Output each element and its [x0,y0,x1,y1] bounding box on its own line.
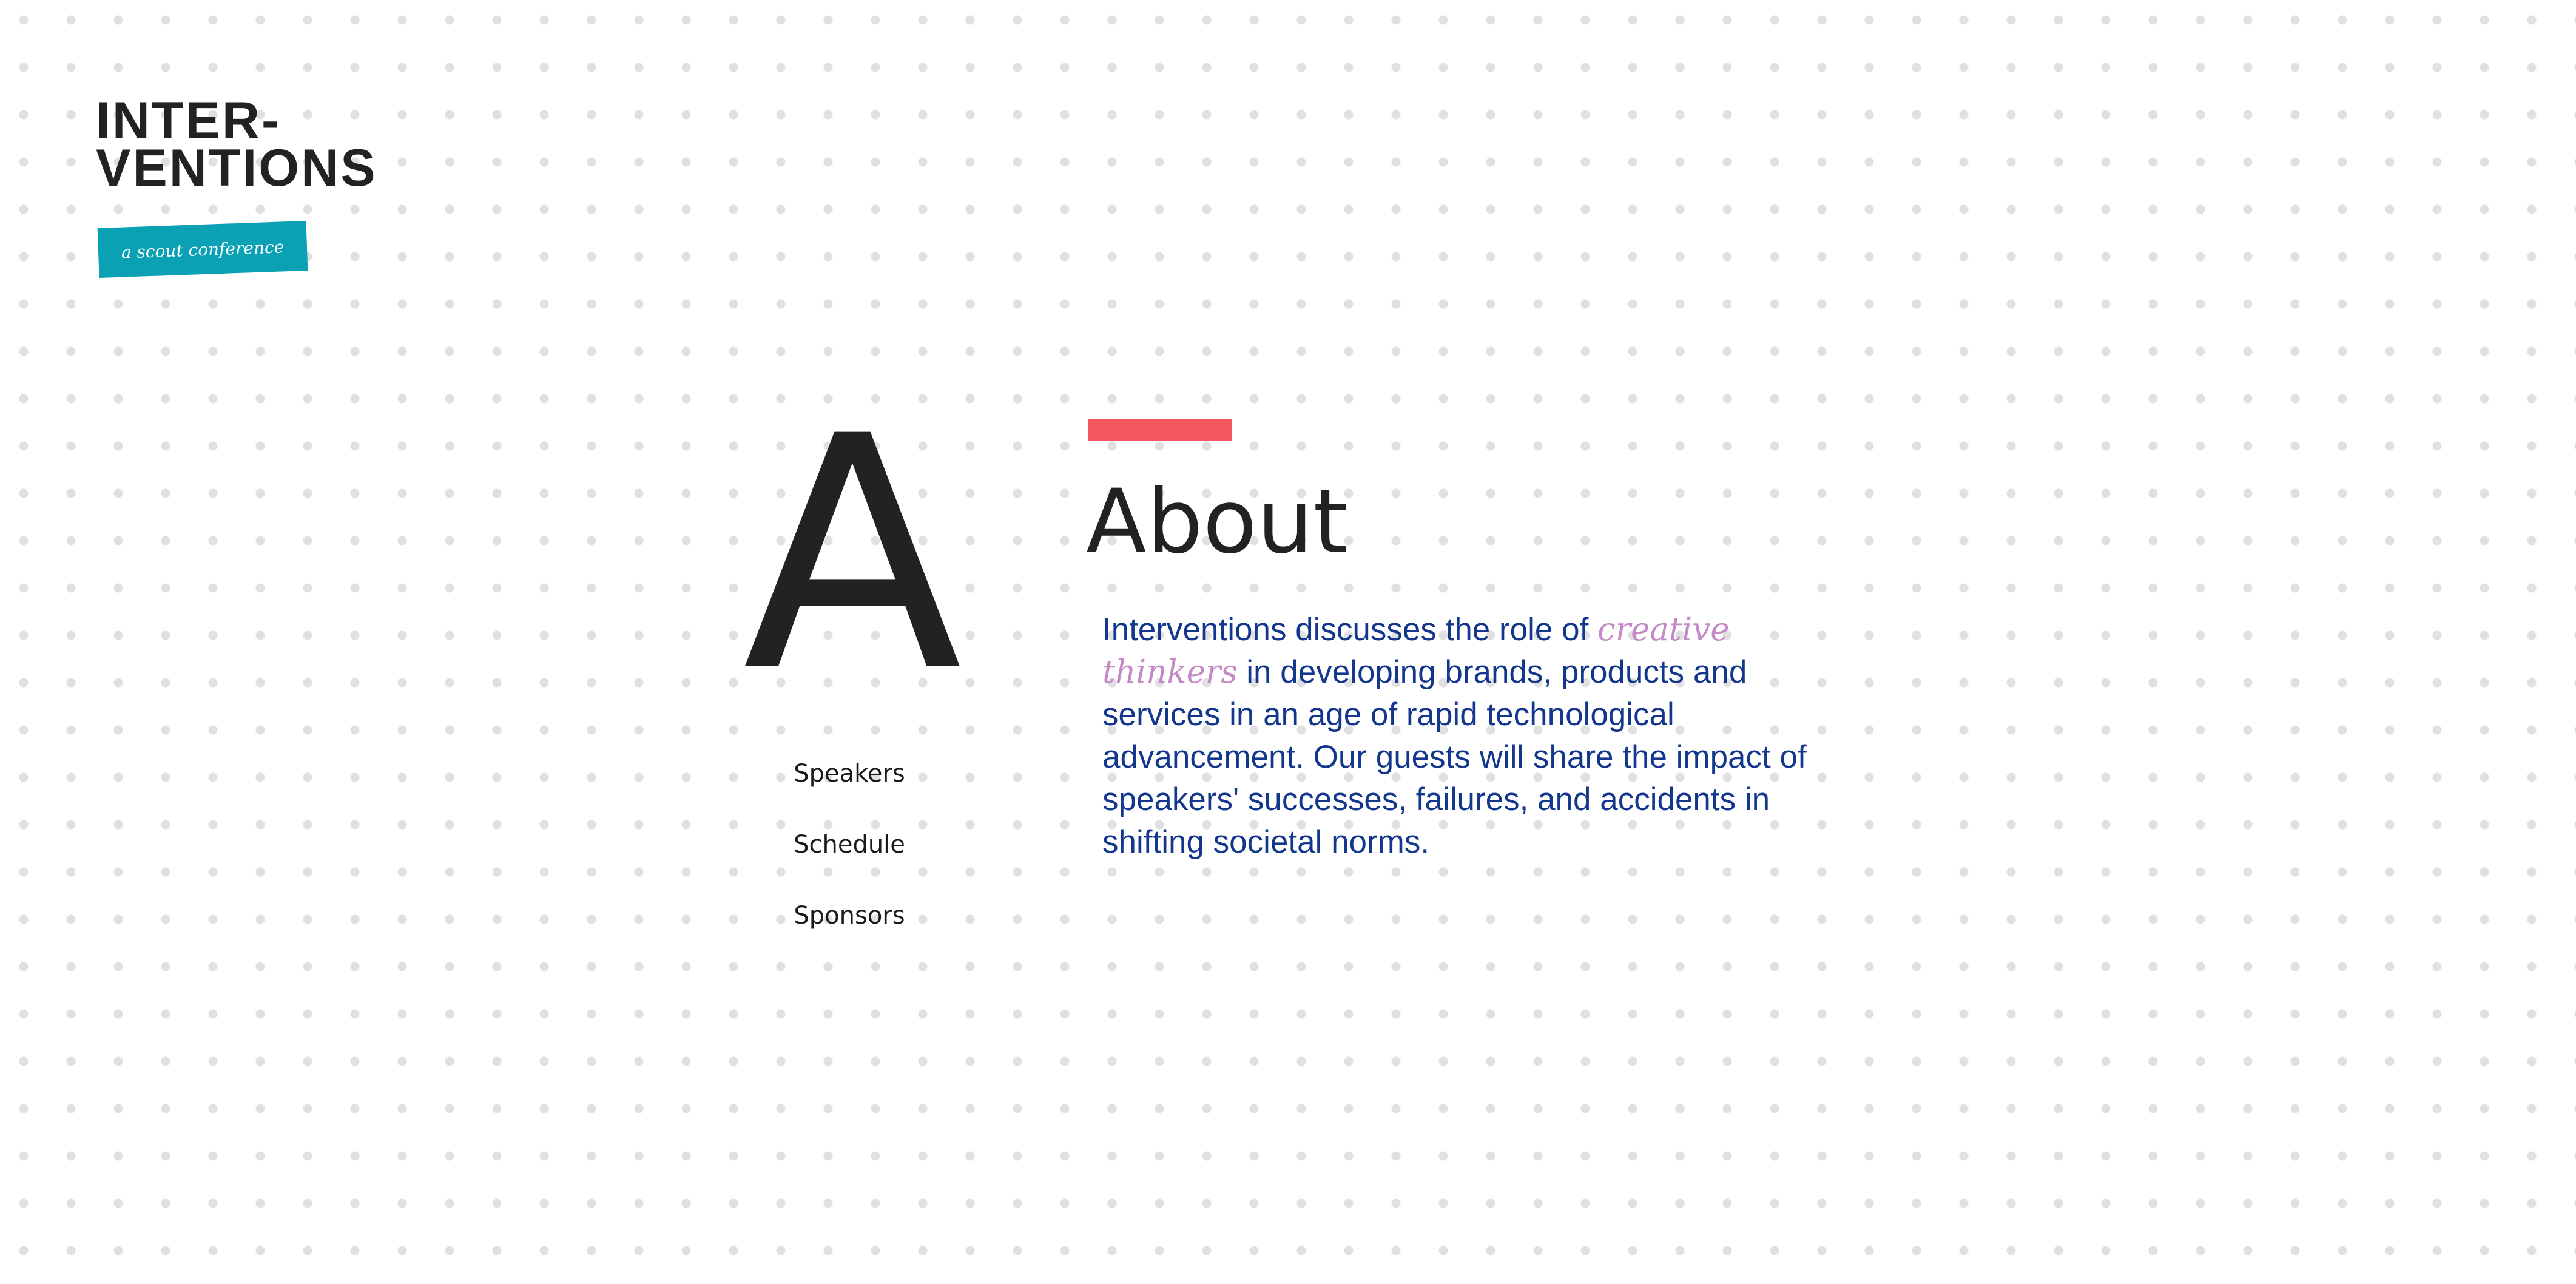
logo-line-2: VENTIONS [96,139,377,197]
site-logo[interactable]: INTER- VENTIONS a scout conference [96,92,377,278]
nav-link-sponsors[interactable]: Sponsors [789,897,910,968]
section-nav: Speakers Schedule Sponsors [789,755,910,968]
logo-tagline-badge: a scout conference [97,221,308,278]
about-paragraph: Interventions discusses the role of crea… [1102,609,1849,863]
accent-bar [1088,419,1232,441]
nav-link-speakers[interactable]: Speakers [789,755,910,826]
section-initial-letter: A [742,368,963,742]
about-text-start: Interventions discusses the role of [1102,612,1598,647]
logo-tagline: a scout conference [121,236,285,263]
section-title: About [1086,470,1348,573]
nav-link-schedule[interactable]: Schedule [789,826,910,897]
logo-line-1: INTER- [96,92,281,150]
logo-wordmark: INTER- VENTIONS [96,92,377,197]
